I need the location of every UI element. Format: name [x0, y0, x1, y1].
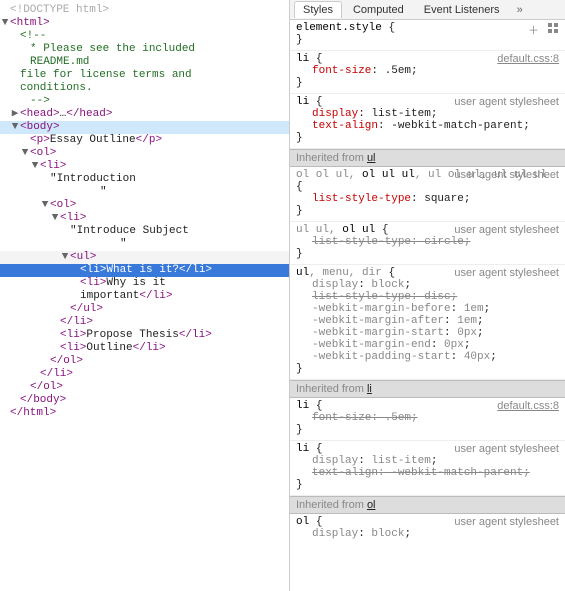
disclosure-triangle-icon[interactable]: ▼	[60, 251, 70, 264]
source-ua: user agent stylesheet	[454, 169, 559, 181]
text-intro[interactable]: "Introduction	[0, 173, 289, 186]
source-ua: user agent stylesheet	[454, 224, 559, 236]
text-introsub-close: "	[0, 238, 289, 251]
rule-li-ua[interactable]: user agent stylesheet li { display: list…	[290, 94, 565, 149]
li-why-important[interactable]: <li>Why is it important</li>	[0, 277, 200, 303]
body-close[interactable]: </body>	[0, 394, 289, 407]
comment-close: -->	[0, 95, 289, 108]
tabs-overflow-icon[interactable]: »	[511, 4, 529, 16]
ul-open[interactable]: ▼<ul>	[0, 251, 289, 264]
inherited-link-ul[interactable]: ul	[367, 152, 376, 164]
p-line[interactable]: <p>Essay Outline</p>	[0, 134, 289, 147]
disclosure-triangle-icon[interactable]: ▼	[50, 212, 60, 225]
source-link[interactable]: default.css:8	[497, 400, 559, 412]
rule-element-style[interactable]: element.style { }	[290, 20, 565, 51]
html-close[interactable]: </html>	[0, 407, 289, 420]
ul-close[interactable]: </ul>	[0, 303, 289, 316]
rule-li-default[interactable]: default.css:8 li { font-size: .5em; }	[290, 51, 565, 94]
styles-panel: Styles Computed Event Listeners » elemen…	[290, 0, 565, 591]
comment-open[interactable]: <!--	[0, 30, 289, 43]
ol-close[interactable]: </ol>	[0, 381, 289, 394]
toggle-state-icon[interactable]	[547, 22, 559, 38]
li-what-is-it[interactable]: <li>What is it?</li>	[0, 264, 289, 277]
head-line[interactable]: ▶<head>…</head>	[0, 108, 289, 121]
comment-line-1: * Please see the included README.md	[0, 43, 260, 69]
dom-tree[interactable]: <!DOCTYPE html> ▼<html> <!-- * Please se…	[0, 0, 289, 420]
tab-computed[interactable]: Computed	[344, 1, 413, 18]
inherited-from-ol: Inherited from ol	[290, 496, 565, 514]
rule-ul-ua[interactable]: user agent stylesheet ul, menu, dir { di…	[290, 265, 565, 380]
source-ua: user agent stylesheet	[454, 96, 559, 108]
styles-list[interactable]: element.style { } default.css:8 li { fon…	[290, 20, 565, 591]
new-rule-icon[interactable]	[528, 22, 539, 38]
text-intro-close: "	[0, 186, 289, 199]
li-close-2[interactable]: </li>	[0, 316, 289, 329]
inherited-from-li: Inherited from li	[290, 380, 565, 398]
styles-tabs: Styles Computed Event Listeners »	[290, 0, 565, 20]
source-link[interactable]: default.css:8	[497, 53, 559, 65]
tab-styles[interactable]: Styles	[294, 1, 342, 18]
ol-open-2[interactable]: ▼<ol>	[0, 199, 289, 212]
rule-nested-ul-square[interactable]: user agent stylesheet ol ol ul, ol ul ul…	[290, 167, 565, 222]
rule-nested-ul-circle[interactable]: user agent stylesheet ul ul, ol ul { lis…	[290, 222, 565, 265]
rule-li-ua-2[interactable]: user agent stylesheet li { display: list…	[290, 441, 565, 496]
li-propose[interactable]: <li>Propose Thesis</li>	[0, 329, 289, 342]
text-introsub[interactable]: "Introduce Subject	[0, 225, 289, 238]
li-close-1[interactable]: </li>	[0, 368, 289, 381]
tab-event-listeners[interactable]: Event Listeners	[415, 1, 509, 18]
disclosure-triangle-icon[interactable]: ▼	[0, 17, 10, 30]
doctype-line[interactable]: <!DOCTYPE html>	[0, 4, 289, 17]
disclosure-triangle-icon[interactable]: ▼	[30, 160, 40, 173]
li-open-2[interactable]: ▼<li>	[0, 212, 289, 225]
comment-line-2: file for license terms and conditions.	[0, 69, 270, 95]
html-open[interactable]: ▼<html>	[0, 17, 289, 30]
disclosure-triangle-icon[interactable]: ▼	[40, 199, 50, 212]
inherited-link-li[interactable]: li	[367, 383, 372, 395]
inherited-from-ul: Inherited from ul	[290, 149, 565, 167]
li-outline[interactable]: <li>Outline</li>	[0, 342, 289, 355]
li-open-1[interactable]: ▼<li>	[0, 160, 289, 173]
inherited-link-ol[interactable]: ol	[367, 499, 376, 511]
disclosure-triangle-icon[interactable]: ▼	[20, 147, 30, 160]
dom-tree-panel: <!DOCTYPE html> ▼<html> <!-- * Please se…	[0, 0, 290, 591]
disclosure-triangle-icon[interactable]: ▶	[10, 108, 20, 121]
ol-close-2[interactable]: </ol>	[0, 355, 289, 368]
body-open[interactable]: ▼<body>	[0, 121, 289, 134]
source-ua: user agent stylesheet	[454, 443, 559, 455]
source-ua: user agent stylesheet	[454, 516, 559, 528]
source-ua: user agent stylesheet	[454, 267, 559, 279]
rule-ol-ua[interactable]: user agent stylesheet ol { display: bloc…	[290, 514, 565, 544]
rule-li-default-2[interactable]: default.css:8 li { font-size: .5em; }	[290, 398, 565, 441]
disclosure-triangle-icon[interactable]: ▼	[10, 121, 20, 134]
ol-open[interactable]: ▼<ol>	[0, 147, 289, 160]
